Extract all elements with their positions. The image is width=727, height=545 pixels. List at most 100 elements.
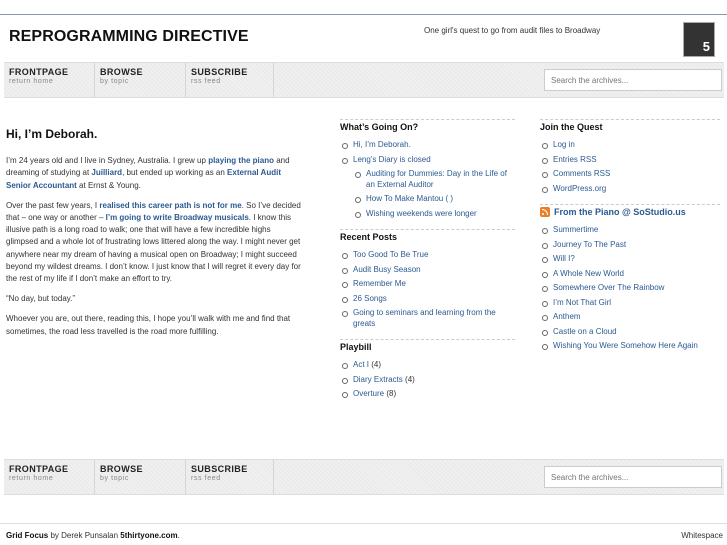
link-juilliard[interactable]: Juilliard: [91, 168, 122, 177]
nav-subscribe-sub: rss feed: [191, 78, 221, 85]
link-career-path[interactable]: realised this career path is not for me: [99, 201, 241, 210]
category-count: (4): [371, 360, 382, 369]
whats-going-on-heading: What’s Going On?: [340, 119, 515, 132]
recent-posts-section: Recent Posts Too Good To Be True Audit B…: [340, 229, 515, 329]
author-site-link[interactable]: 5thirtyone.com: [120, 531, 177, 540]
feed-heading: From the Piano @ SoStudio.us: [540, 204, 720, 217]
list-item: Leng’s Diary is closed Auditing for Dumm…: [340, 155, 515, 220]
nav-subscribe-label: SUBSCRIBE: [191, 67, 248, 77]
list-item: Summertime: [540, 225, 720, 236]
list-item: Auditing for Dummies: Day in the Life of…: [353, 169, 515, 190]
post-content: Hi, I’m Deborah. I’m 24 years old and I …: [6, 128, 302, 346]
nav-subscribe[interactable]: SUBSCRIBE rss feed: [186, 63, 274, 97]
post-link[interactable]: Leng’s Diary is closed: [353, 155, 431, 164]
link-playing-the-piano[interactable]: playing the piano: [208, 156, 274, 165]
nav-frontpage-bottom[interactable]: FRONTPAGE return home: [4, 460, 95, 494]
rss-icon[interactable]: [540, 207, 550, 217]
search-input[interactable]: [544, 69, 722, 91]
post-link[interactable]: Remember Me: [353, 279, 406, 288]
nav-browse-sub: by topic: [100, 78, 129, 85]
nav-browse-sub: by topic: [100, 475, 129, 482]
text-span: , but ended up working as an: [122, 168, 228, 178]
feed-link[interactable]: Anthem: [553, 312, 581, 321]
list-item: Too Good To Be True: [340, 250, 515, 261]
feed-link[interactable]: Journey To The Past: [553, 240, 626, 249]
playbill-section: Playbill Act I (4) Diary Extracts (4) Ov…: [340, 339, 515, 400]
text-span: Over the past few years, I: [6, 200, 100, 210]
list-item: Journey To The Past: [540, 240, 720, 251]
footer-credits: Grid Focus by Derek Punsalan 5thirtyone.…: [6, 531, 180, 540]
post-link[interactable]: Wishing weekends were longer: [366, 209, 477, 218]
category-link[interactable]: Diary Extracts: [353, 375, 403, 384]
footer-rule: [0, 523, 727, 524]
calendar-day-badge: 5: [683, 22, 715, 57]
list-item: Wishing weekends were longer: [353, 209, 515, 220]
comments-rss-link[interactable]: Comments RSS: [553, 169, 610, 178]
feed-link[interactable]: Wishing You Were Somehow Here Again: [553, 341, 698, 350]
feed-link[interactable]: I’m Not That Girl: [553, 298, 611, 307]
post-paragraph-4: Whoever you are, out there, reading this…: [6, 314, 291, 336]
post-link[interactable]: Going to seminars and learning from the …: [353, 308, 496, 328]
nav-subscribe-bottom[interactable]: SUBSCRIBE rss feed: [186, 460, 274, 494]
category-link[interactable]: Act I: [353, 360, 369, 369]
post-link[interactable]: 26 Songs: [353, 294, 387, 303]
text-span: . I know this illusive path is a long ro…: [6, 213, 301, 284]
feed-link[interactable]: A Whole New World: [553, 269, 624, 278]
sidebar-column-1: What’s Going On? Hi, I’m Deborah. Leng’s…: [340, 119, 515, 410]
post-link[interactable]: Audit Busy Season: [353, 265, 421, 274]
search-input-bottom[interactable]: [544, 466, 722, 488]
post-link[interactable]: Too Good To Be True: [353, 250, 428, 259]
join-section: Join the Quest Log in Entries RSS Commen…: [540, 119, 720, 194]
author-site: 5thirtyone.com: [120, 531, 178, 540]
site-title[interactable]: REPROGRAMMING DIRECTIVE: [9, 28, 249, 46]
list-item: Diary Extracts (4): [340, 375, 515, 386]
category-link[interactable]: Overture: [353, 389, 384, 398]
feed-link[interactable]: Will I?: [553, 254, 575, 263]
wordpress-link[interactable]: WordPress.org: [553, 184, 606, 193]
list-item: 26 Songs: [340, 294, 515, 305]
list-item: Log in: [540, 140, 720, 151]
list-item: WordPress.org: [540, 184, 720, 195]
top-navbar: FRONTPAGE return home BROWSE by topic SU…: [4, 62, 724, 98]
list-item: Audit Busy Season: [340, 265, 515, 276]
entries-rss-link[interactable]: Entries RSS: [553, 155, 597, 164]
list-item: Hi, I’m Deborah.: [340, 140, 515, 151]
list-item: Going to seminars and learning from the …: [340, 308, 515, 329]
nav-subscribe-label: SUBSCRIBE: [191, 464, 248, 474]
feed-link[interactable]: Summertime: [553, 225, 598, 234]
list-item: Will I?: [540, 254, 720, 265]
link-broadway-musicals[interactable]: I’m going to write Broadway musicals: [106, 213, 249, 222]
recent-posts-heading: Recent Posts: [340, 229, 515, 242]
nav-frontpage-sub: return home: [9, 78, 54, 85]
site-tagline: One girl's quest to go from audit files …: [424, 26, 601, 35]
list-item: A Whole New World: [540, 269, 720, 280]
playbill-heading: Playbill: [340, 339, 515, 352]
list-item: Somewhere Over The Rainbow: [540, 283, 720, 294]
nav-browse-bottom[interactable]: BROWSE by topic: [95, 460, 186, 494]
post-link[interactable]: Hi, I’m Deborah.: [353, 140, 411, 149]
post-link[interactable]: How To Make Mantou ( ): [366, 194, 453, 203]
site-header: REPROGRAMMING DIRECTIVE One girl's quest…: [0, 15, 727, 61]
post-paragraph-1: I’m 24 years old and I live in Sydney, A…: [6, 155, 302, 192]
category-count: (8): [386, 389, 397, 398]
list-item: Overture (8): [340, 389, 515, 400]
calendar-day-number: 5: [702, 39, 710, 54]
feed-link[interactable]: Castle on a Cloud: [553, 327, 617, 336]
bottom-navbar: FRONTPAGE return home BROWSE by topic SU…: [4, 459, 724, 495]
text-span: I’m 24 years old and I live in Sydney, A…: [6, 156, 209, 166]
feed-section: From the Piano @ SoStudio.us Summertime …: [540, 204, 720, 352]
theme-link[interactable]: Grid Focus: [6, 531, 48, 540]
post-link[interactable]: Auditing for Dummies: Day in the Life of…: [366, 169, 507, 189]
feed-title-link[interactable]: From the Piano @ SoStudio.us: [554, 207, 686, 217]
nav-frontpage[interactable]: FRONTPAGE return home: [4, 63, 95, 97]
post-paragraph-2: Over the past few years, I realised this…: [6, 200, 302, 285]
nav-browse-label: BROWSE: [100, 464, 143, 474]
login-link[interactable]: Log in: [553, 140, 575, 149]
theme-name: Grid Focus: [6, 531, 49, 540]
list-item: Comments RSS: [540, 169, 720, 180]
list-item: Castle on a Cloud: [540, 327, 720, 338]
feed-link[interactable]: Somewhere Over The Rainbow: [553, 283, 664, 292]
sidebar-column-2: Join the Quest Log in Entries RSS Commen…: [540, 119, 720, 362]
nav-browse[interactable]: BROWSE by topic: [95, 63, 186, 97]
category-count: (4): [405, 374, 415, 384]
